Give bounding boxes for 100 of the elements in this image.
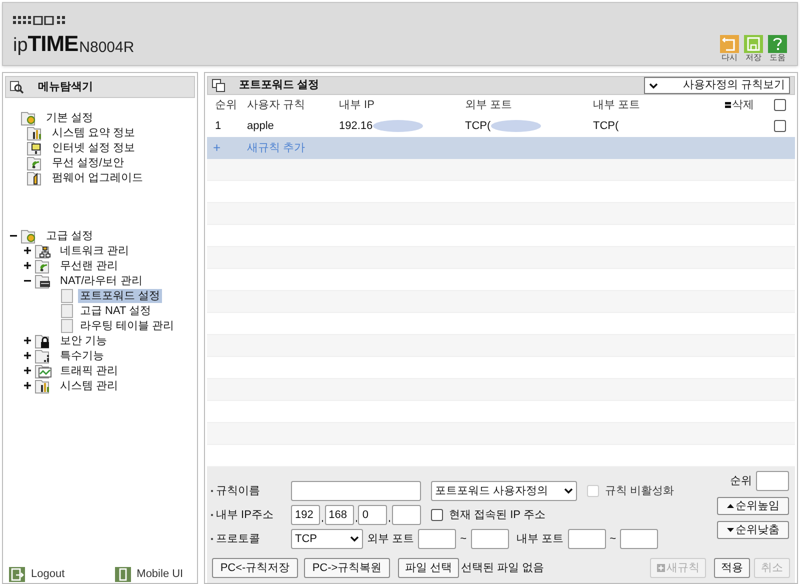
expand-icon[interactable]: [24, 367, 30, 374]
table-cell-text: apple: [247, 118, 274, 134]
windows-icon: [212, 79, 225, 92]
expand-icon[interactable]: [24, 262, 30, 269]
file-status: 선택된 파일 없음: [461, 560, 544, 576]
view-select[interactable]: 사용자정의 규칙보기: [644, 77, 790, 94]
field-label: 규칙이름: [216, 484, 260, 499]
caret-icon: [350, 536, 359, 542]
input-field[interactable]: [756, 471, 789, 491]
search-icon: [10, 80, 24, 94]
tree-item[interactable]: 트래픽 관리: [58, 364, 120, 378]
logo-text: ip: [13, 36, 28, 55]
footer-link[interactable]: Mobile UI: [114, 566, 184, 583]
tree-item[interactable]: 기본 설정: [44, 110, 96, 124]
input-field[interactable]: 168: [324, 505, 354, 525]
expand-icon[interactable]: [24, 352, 30, 359]
tree-item[interactable]: 인터넷 설정 정보: [50, 140, 138, 154]
action-button[interactable]: PC->규칙복원: [304, 558, 390, 578]
tree-item[interactable]: 시스템 관리: [58, 378, 120, 392]
tree-item[interactable]: 시스템 요약 정보: [50, 126, 138, 140]
field-label: 내부 포트: [516, 532, 564, 547]
input-field[interactable]: [392, 505, 422, 525]
field-label: 프로토콜: [216, 532, 260, 547]
column-header: 사용자 규칙: [247, 98, 306, 113]
input-field[interactable]: [418, 529, 456, 549]
table-cell-text: 192.16: [339, 118, 373, 134]
dropdown[interactable]: 포트포워드 사용자정의: [431, 481, 577, 501]
column-header: 순위: [215, 98, 237, 113]
input-field[interactable]: 192: [291, 505, 320, 525]
page-icon: [61, 304, 73, 318]
column-header: 삭제: [732, 98, 754, 113]
input-field[interactable]: [470, 529, 508, 549]
panel-title: 포트포워드 설정: [239, 78, 320, 94]
input-field[interactable]: [620, 529, 658, 549]
down-triangle-icon: [726, 527, 734, 533]
expand-icon[interactable]: [24, 247, 30, 254]
checkbox[interactable]: [774, 120, 786, 132]
toolbar-button[interactable]: 저장: [744, 35, 763, 63]
action-button[interactable]: PC<-규칙저장: [212, 558, 298, 578]
toolbar-button[interactable]: 다시: [720, 35, 739, 63]
redaction-mark: [490, 120, 541, 132]
column-header: 내부 포트: [593, 98, 640, 113]
tree-item[interactable]: 보안 기능: [58, 334, 110, 348]
checkbox-label: 규칙 비활성화: [605, 484, 674, 499]
plus-box-icon: [656, 564, 664, 572]
input-field[interactable]: [291, 481, 421, 501]
tree-item[interactable]: 고급 설정: [44, 228, 96, 242]
table-cell-text: TCP(: [465, 118, 491, 134]
up-triangle-icon: [726, 503, 734, 509]
input-field[interactable]: 0: [358, 505, 388, 525]
model-name: N8004R: [79, 40, 134, 55]
logo-brand: TIME: [28, 33, 78, 55]
field-label: 외부 포트: [367, 532, 414, 547]
footer-link[interactable]: Logout: [9, 566, 65, 583]
column-header: 내부 IP: [339, 98, 374, 113]
minus-icon: [725, 102, 731, 108]
range-separator: ~: [610, 532, 616, 547]
page-icon: [61, 318, 73, 332]
redaction-mark: [372, 120, 423, 132]
undo-icon: [720, 35, 739, 53]
table-cell-text: TCP(: [593, 118, 619, 134]
folder-icon: [35, 242, 53, 258]
tree-item[interactable]: 포트포워드 설정: [78, 288, 162, 302]
order-button[interactable]: 순위높임: [717, 497, 789, 515]
tree-item[interactable]: NAT/라우터 관리: [58, 274, 144, 288]
collapse-icon[interactable]: [24, 277, 30, 284]
checkbox[interactable]: [431, 509, 443, 521]
expand-icon[interactable]: [24, 382, 30, 389]
save-icon: [744, 35, 763, 53]
toolbar-button[interactable]: 도움: [768, 35, 787, 63]
checkbox-label: 현재 접속된 IP 주소: [449, 508, 546, 523]
action-button[interactable]: 파일 선택: [398, 558, 460, 578]
tree-item[interactable]: 고급 NAT 설정: [78, 304, 154, 318]
folder-icon: [35, 272, 53, 288]
order-button[interactable]: 순위낮춤: [717, 521, 789, 539]
tree-item[interactable]: 네트워크 관리: [58, 244, 132, 258]
tree-item[interactable]: 특수기능: [58, 348, 106, 362]
caret-icon: [649, 82, 658, 88]
field-label: 내부 IP주소: [216, 508, 274, 523]
input-field[interactable]: [568, 529, 606, 549]
exit-icon: [9, 567, 25, 582]
help-icon: [768, 35, 787, 53]
column-header: 외부 포트: [465, 98, 512, 113]
action-button[interactable]: 적용: [714, 558, 750, 578]
panel-title: 메뉴탐색기: [38, 80, 93, 95]
dropdown[interactable]: TCP: [291, 529, 363, 549]
caret-icon: [564, 488, 573, 494]
tree-item[interactable]: 무선 설정/보안: [50, 156, 126, 170]
tree-item[interactable]: 펌웨어 업그레이드: [50, 170, 146, 184]
plus-text: +: [212, 139, 222, 158]
tree-item[interactable]: 무선랜 관리: [58, 258, 120, 272]
range-separator: ~: [460, 532, 466, 547]
collapse-icon[interactable]: [10, 232, 16, 239]
folder-icon: [35, 362, 53, 378]
checkbox[interactable]: [774, 99, 786, 111]
page-icon: [61, 288, 73, 302]
tree-item[interactable]: 라우팅 테이블 관리: [78, 318, 176, 332]
field-label: 순위: [730, 474, 752, 489]
expand-icon[interactable]: [24, 337, 30, 344]
table-cell-text: 1: [215, 118, 222, 134]
